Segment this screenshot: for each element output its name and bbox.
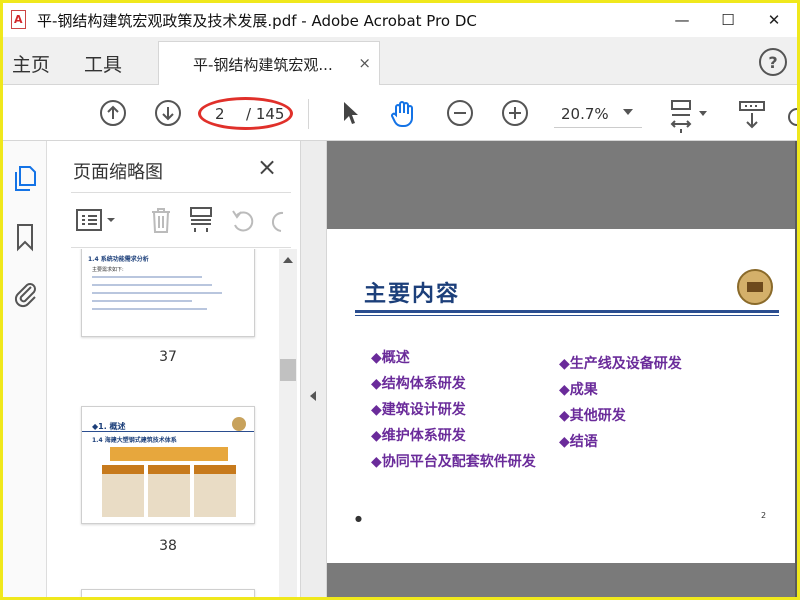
thumbnail-list[interactable]: 1.4 系统功能需求分析 主要需求如下: 37 ◆1. 概述 1.4 海建大塑钢…	[47, 249, 279, 597]
slide-item: ◆建筑设计研发	[371, 402, 466, 418]
thumbnail-page-number: 38	[159, 538, 177, 554]
scroll-up-icon[interactable]	[283, 257, 293, 263]
insert-page-icon[interactable]	[187, 205, 215, 235]
close-window-button[interactable]: ✕	[751, 3, 797, 37]
panel-title: 页面缩略图	[73, 162, 163, 183]
title-bar: A 平-钢结构建筑宏观政策及技术发展.pdf - Adobe Acrobat P…	[3, 3, 797, 37]
hand-tool-icon[interactable]	[388, 99, 418, 129]
slide-item: ◆结语	[559, 434, 598, 450]
attachments-icon[interactable]	[11, 277, 39, 309]
panel-collapse-handle[interactable]	[301, 141, 327, 597]
slide-bullet-mark: ●	[355, 514, 362, 523]
bookmarks-icon[interactable]	[11, 221, 39, 253]
university-seal-icon	[232, 417, 246, 431]
page-thumbnails-panel: 页面缩略图 × 1.4 系统功能需求分析 主要需求如下: 37 ◆1. 概述 1…	[47, 141, 301, 597]
slide-page-number: 2	[761, 511, 767, 520]
thumbnail-page[interactable]	[81, 589, 255, 597]
chevron-down-icon[interactable]	[623, 109, 633, 115]
zoom-in-icon[interactable]	[501, 99, 529, 127]
thumbnail-page[interactable]: ◆1. 概述 1.4 海建大塑钢式建筑技术体系	[81, 406, 255, 524]
window-title: 平-钢结构建筑宏观政策及技术发展.pdf - Adobe Acrobat Pro…	[37, 11, 477, 30]
slide-item: ◆概述	[371, 350, 410, 366]
close-panel-icon[interactable]: ×	[257, 153, 277, 181]
thumbnail-page-number: 37	[159, 349, 177, 365]
scrollbar-thumb[interactable]	[280, 359, 296, 381]
minimize-button[interactable]: —	[659, 3, 705, 37]
slide-item: ◆结构体系研发	[371, 376, 466, 392]
slide-title: 主要内容	[364, 282, 461, 307]
document-tab-label: 平-钢结构建筑宏观...	[193, 55, 333, 74]
tab-document[interactable]: 平-钢结构建筑宏观... ×	[158, 41, 380, 86]
thumbnail-scrollbar[interactable]	[279, 249, 297, 597]
options-menu-icon[interactable]	[75, 207, 119, 233]
page-number-input[interactable]: 2	[215, 105, 225, 123]
page-thumbnails-icon[interactable]	[11, 163, 39, 193]
thumbnail-page[interactable]: 1.4 系统功能需求分析 主要需求如下:	[81, 249, 255, 337]
document-view[interactable]: 主要内容 ◆概述 ◆结构体系研发 ◆建筑设计研发 ◆维护体系研发 ◆协同平台及配…	[301, 141, 797, 597]
left-navigation-rail	[3, 141, 47, 597]
slide-item: ◆生产线及设备研发	[559, 356, 682, 372]
tab-bar: 主页 工具 平-钢结构建筑宏观... × ?	[3, 37, 797, 86]
slide-item: ◆维护体系研发	[371, 428, 466, 444]
zoom-out-icon[interactable]	[446, 99, 474, 127]
page-total: / 145	[246, 105, 285, 123]
rotate-counterclockwise-icon[interactable]	[229, 207, 257, 235]
close-tab-icon[interactable]: ×	[358, 54, 371, 72]
scroll-mode-icon[interactable]	[737, 99, 767, 131]
university-seal-icon	[737, 269, 773, 305]
more-tools-icon[interactable]	[785, 99, 797, 129]
help-icon[interactable]: ?	[759, 48, 787, 76]
main-toolbar: 2 / 145 20.7%	[3, 85, 797, 141]
fit-page-icon[interactable]	[669, 99, 709, 133]
chevron-left-icon[interactable]	[310, 391, 316, 401]
zoom-value: 20.7%	[561, 105, 609, 123]
thumbnail-subheading: 1.4 海建大塑钢式建筑技术体系	[92, 437, 177, 444]
previous-page-icon[interactable]	[99, 99, 127, 127]
tab-tools[interactable]: 工具	[84, 50, 122, 77]
acrobat-window: A 平-钢结构建筑宏观政策及技术发展.pdf - Adobe Acrobat P…	[3, 3, 797, 597]
maximize-button[interactable]: ☐	[705, 3, 751, 37]
slide-item: ◆其他研发	[559, 408, 626, 424]
next-page-icon[interactable]	[154, 99, 182, 127]
acrobat-app-icon: A	[9, 10, 29, 30]
slide-item: ◆成果	[559, 382, 598, 398]
slide-item: ◆协同平台及配套软件研发	[371, 454, 536, 470]
rotate-clockwise-icon[interactable]	[267, 207, 291, 235]
pdf-page[interactable]: 主要内容 ◆概述 ◆结构体系研发 ◆建筑设计研发 ◆维护体系研发 ◆协同平台及配…	[327, 229, 797, 563]
thumbnail-heading: 1.4 系统功能需求分析	[88, 256, 149, 263]
tab-home[interactable]: 主页	[12, 50, 50, 77]
delete-page-icon[interactable]	[147, 205, 175, 235]
select-tool-icon[interactable]	[339, 99, 361, 127]
panel-toolbar	[71, 192, 291, 248]
